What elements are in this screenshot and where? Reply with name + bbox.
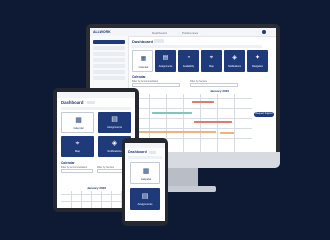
sidebar-item[interactable] (93, 52, 125, 56)
tile-map[interactable]: ⌖ Map (61, 136, 94, 157)
page-title: Dashboard (61, 100, 84, 105)
tab[interactable] (154, 39, 164, 43)
grid-line (81, 191, 82, 208)
tile-map[interactable]: ⌖ Map (201, 50, 222, 72)
sidebar-item[interactable] (93, 76, 125, 80)
tile-label: Assignments (137, 203, 153, 206)
tile-calendar[interactable]: ▦ Calendar (132, 50, 153, 72)
sidebar-item[interactable] (93, 40, 125, 44)
grid-line (101, 191, 102, 208)
calendar-event[interactable] (136, 131, 216, 133)
phone-topbar (125, 143, 165, 148)
navigation-icon: ✦ (254, 55, 261, 61)
page-title: Dashboard (128, 150, 147, 154)
tile-notifications[interactable]: ◈ Notifications (224, 50, 245, 72)
tile-label: Navigation (251, 65, 264, 68)
grid-line (91, 191, 92, 208)
tile-label: Assignments (107, 126, 122, 129)
phone-screen: Dashboard ▦ Calendar ▤ Assignments (125, 143, 165, 221)
calendar-icon: ▦ (140, 56, 147, 62)
grid-line (217, 94, 218, 152)
tile-assignments[interactable]: ▤ Assignments (98, 112, 131, 133)
calendar-event[interactable] (192, 101, 214, 103)
tile-calendar[interactable]: ▦ Calendar (61, 112, 94, 133)
sidebar-item[interactable] (93, 46, 125, 50)
calendar-heading: Calendar (61, 161, 75, 165)
calendar-event[interactable] (194, 121, 232, 123)
calendar-grid (61, 191, 131, 208)
info-bar (128, 156, 162, 159)
sidebar-item[interactable] (93, 70, 125, 74)
tile-label: Map (74, 150, 81, 153)
tablet-topbar (57, 92, 135, 98)
calendar-icon: ▦ (142, 168, 150, 175)
assignments-icon: ▤ (111, 116, 118, 123)
sidebar-item[interactable] (93, 64, 125, 68)
tile-assignments[interactable]: ▤ Assignments (130, 188, 160, 210)
nav-link-dashboard[interactable]: Dashboard (152, 31, 167, 35)
info-bar (61, 107, 131, 110)
app-logo: ALLWORK (93, 30, 111, 34)
tile-label: Calendar (73, 127, 84, 130)
filter-accommodation-select[interactable] (132, 83, 180, 87)
map-icon: ⌖ (75, 140, 80, 147)
calendar-month: January 2026 (210, 89, 230, 93)
notifications-icon: ◈ (232, 55, 237, 61)
monitor-stand-neck (168, 168, 198, 188)
tile-label: Notifications (227, 65, 242, 68)
filter-service-select[interactable] (190, 83, 238, 87)
availability-icon: ◔ (186, 55, 191, 61)
assignments-icon: ▤ (141, 193, 149, 200)
tile-label: Calendar (140, 178, 152, 181)
map-icon: ⌖ (209, 55, 214, 61)
avatar[interactable] (262, 30, 266, 34)
calendar-heading: Calendar (132, 75, 146, 79)
tile-navigation[interactable]: ✦ Navigation (247, 50, 268, 72)
nav-link-preferences[interactable]: Preferences (182, 31, 198, 35)
grid-line (183, 94, 184, 152)
tile-label: Availability (182, 65, 195, 68)
tile-label: Map (209, 65, 214, 68)
filter-accommodation-select[interactable] (61, 169, 93, 173)
tile-availability[interactable]: ◔ Availability (178, 50, 199, 72)
tile-calendar[interactable]: ▦ Calendar (130, 162, 160, 184)
calendar-event[interactable] (220, 132, 234, 134)
info-bar (132, 45, 262, 48)
grid-line (71, 191, 72, 208)
tab[interactable] (149, 151, 156, 154)
sidebar-item[interactable] (93, 58, 125, 62)
request-support-button[interactable]: Request Support (254, 112, 274, 117)
grid-line (111, 191, 112, 208)
grid-line (234, 94, 235, 152)
tile-label: Calendar (138, 66, 149, 69)
tile-assignments[interactable]: ▤ Assignments (155, 50, 176, 72)
notifications-icon: ◈ (111, 140, 118, 147)
assignments-icon: ▤ (162, 55, 169, 61)
page-title: Dashboard (132, 39, 153, 44)
tile-label: Assignments (158, 65, 173, 68)
tab[interactable] (87, 101, 95, 104)
calendar-month: January 2026 (87, 186, 107, 190)
calendar-event[interactable] (152, 112, 192, 114)
calendar-icon: ▦ (75, 117, 82, 124)
